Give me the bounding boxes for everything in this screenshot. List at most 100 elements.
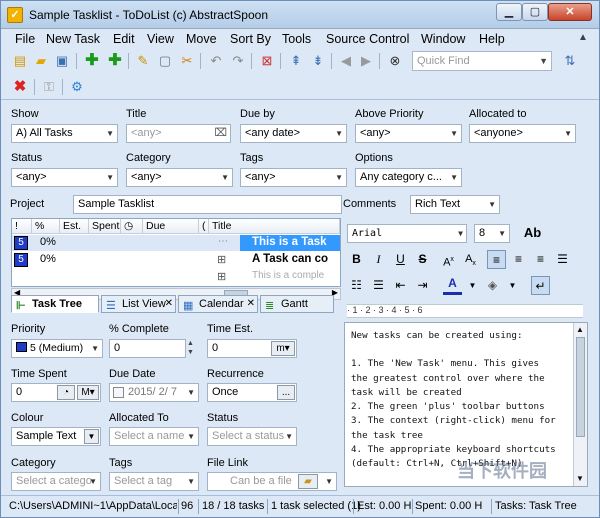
time-unit-button[interactable]: M▾ [77, 385, 99, 400]
word-wrap-icon[interactable]: ↵ [531, 276, 550, 295]
browse-folder-icon[interactable]: ▰ [298, 474, 318, 489]
column-flag[interactable]: ( [199, 219, 209, 234]
align-right-icon[interactable]: ≡ [531, 250, 550, 269]
expand-icon[interactable]: ⊞ [217, 253, 226, 266]
undo-icon[interactable]: ↶ [207, 52, 225, 70]
outdent-icon[interactable]: ⇤ [391, 276, 410, 295]
tab-calendar[interactable]: ▦ Calendar ✕ [178, 295, 258, 313]
new-tasklist-icon[interactable]: ▤ [11, 52, 29, 70]
column-spent[interactable]: Spent [89, 219, 121, 234]
lock-icon[interactable]: ⚿ [40, 78, 58, 96]
add-subtask-icon[interactable]: ✚ [106, 52, 124, 70]
save-icon[interactable]: ▣ [53, 52, 71, 70]
time-unit-button[interactable]: m▾ [271, 341, 295, 356]
show-filter-combo[interactable]: A) All Tasks ▼ [11, 124, 118, 143]
justify-icon[interactable]: ☰ [553, 250, 572, 269]
strikethrough-icon[interactable]: S [413, 250, 432, 269]
menu-sort-by[interactable]: Sort By [230, 31, 271, 47]
font-name-combo[interactable]: Arial ▼ [347, 224, 467, 243]
scroll-up-icon[interactable]: ▲ [576, 323, 584, 337]
menu-source-control[interactable]: Source Control [326, 31, 409, 47]
menu-help[interactable]: Help [479, 31, 505, 47]
chevron-down-icon[interactable]: ▼ [503, 276, 522, 295]
recurrence-options-button[interactable]: ... [277, 385, 295, 400]
maximize-button[interactable]: ▢ [522, 3, 548, 21]
chevron-down-icon[interactable]: ▼ [463, 276, 482, 295]
percent-complete-input[interactable]: 0 [109, 339, 186, 358]
column-priority[interactable]: ! [12, 219, 32, 234]
font-size-combo[interactable]: 8 ▼ [474, 224, 510, 243]
delete-icon[interactable]: ▢ [156, 52, 174, 70]
subscript-icon[interactable]: Ax [461, 250, 480, 269]
tags-combo[interactable]: Select a tag ▼ [109, 472, 199, 491]
allocated-to-filter-combo[interactable]: <anyone> ▼ [469, 124, 576, 143]
menu-move[interactable]: Move [186, 31, 217, 47]
title-filter-input[interactable]: <any> ⌧ [126, 124, 231, 143]
colour-combo[interactable]: Sample Text ▼ [11, 427, 101, 446]
open-folder-icon[interactable]: ▰ [32, 52, 50, 70]
allocated-to-combo[interactable]: Select a name ▼ [109, 427, 199, 446]
close-button[interactable]: ✕ [548, 3, 592, 21]
italic-icon[interactable]: I [369, 250, 388, 269]
above-priority-combo[interactable]: <any> ▼ [355, 124, 462, 143]
category-filter-combo[interactable]: <any> ▼ [126, 168, 233, 187]
underline-icon[interactable]: U [391, 250, 410, 269]
gear-icon[interactable]: ⚙ [68, 78, 86, 96]
filter-options-icon[interactable]: ⌧ [214, 125, 227, 142]
table-row[interactable]: ⊞ This is a comple [12, 269, 340, 284]
project-name-input[interactable]: Sample Tasklist [73, 195, 342, 214]
arrow-left-icon[interactable]: ◀ [337, 52, 355, 70]
time-est-input[interactable]: 0 m▾ [207, 339, 297, 358]
menu-new-task[interactable]: New Task [46, 31, 100, 47]
bold-icon[interactable]: B [347, 250, 366, 269]
category-combo[interactable]: Select a catego ▼ [11, 472, 101, 491]
column-percent[interactable]: % [32, 219, 60, 234]
arrow-right-icon[interactable]: ▶ [357, 52, 375, 70]
move-down-icon[interactable]: ⇟ [309, 52, 327, 70]
spin-icon[interactable]: ▲ ▼ [187, 339, 194, 357]
add-task-icon[interactable]: ✚ [83, 52, 101, 70]
align-left-icon[interactable]: ≡ [487, 250, 506, 269]
minimize-button[interactable]: ▁ [496, 3, 522, 21]
column-title[interactable]: Title [209, 219, 340, 234]
menu-edit[interactable]: Edit [113, 31, 135, 47]
column-est[interactable]: Est. [60, 219, 89, 234]
move-up-icon[interactable]: ⇞ [287, 52, 305, 70]
close-icon[interactable]: ✕ [247, 296, 255, 312]
align-center-icon[interactable]: ≡ [509, 250, 528, 269]
binoculars-icon[interactable]: ⊗ [386, 52, 404, 70]
highlight-icon[interactable]: ◈ [483, 276, 502, 295]
sort-icon[interactable]: ⇅ [561, 52, 579, 70]
due-date-picker[interactable]: 2015/ 2/ 7 ▼ [109, 383, 199, 402]
expand-icon[interactable]: ⊞ [217, 270, 226, 283]
font-style-icon[interactable]: Ab [523, 223, 542, 242]
menu-tools[interactable]: Tools [282, 31, 311, 47]
recurrence-field[interactable]: Once... [207, 383, 297, 402]
menu-file[interactable]: File [15, 31, 35, 47]
tab-list-view[interactable]: ☰ List View ✕ [101, 295, 176, 313]
due-by-combo[interactable]: <any date> ▼ [240, 124, 347, 143]
options-combo[interactable]: Any category c... ▼ [355, 168, 462, 187]
task-tree[interactable]: ! % Est. Spent ◷ Due ( Title 5 0% ⋯ This… [11, 218, 341, 287]
quick-find-combo[interactable]: Quick Find ▼ [412, 51, 552, 71]
arrow-up-icon[interactable]: ▲ [578, 32, 588, 43]
fullscreen-icon[interactable]: ⊠ [258, 52, 276, 70]
pencil-icon[interactable]: ✎ [134, 52, 152, 70]
close-icon[interactable]: ✕ [165, 296, 173, 312]
redo-icon[interactable]: ↷ [229, 52, 247, 70]
table-row[interactable]: 5 0% ⊞ A Task can co [12, 252, 340, 268]
bullet-list-icon[interactable]: ☷ [347, 276, 366, 295]
comments-format-combo[interactable]: Rich Text ▼ [410, 195, 500, 214]
indent-icon[interactable]: ⇥ [413, 276, 432, 295]
tab-gantt[interactable]: ≣ Gantt [260, 295, 334, 313]
tags-filter-combo[interactable]: <any> ▼ [240, 168, 347, 187]
column-due[interactable]: Due [143, 219, 199, 234]
table-row[interactable]: 5 0% ⋯ This is a Task [12, 235, 340, 251]
priority-combo[interactable]: 5 (Medium) ▼ [11, 339, 103, 358]
clock-icon[interactable]: ◷ [121, 219, 143, 234]
broom-icon[interactable]: ✂ [178, 52, 196, 70]
menu-window[interactable]: Window [421, 31, 465, 47]
superscript-icon[interactable]: Ax [439, 250, 458, 269]
file-link-combo[interactable]: Can be a file ▰ ▼ [207, 472, 337, 491]
status-filter-combo[interactable]: <any> ▼ [11, 168, 118, 187]
